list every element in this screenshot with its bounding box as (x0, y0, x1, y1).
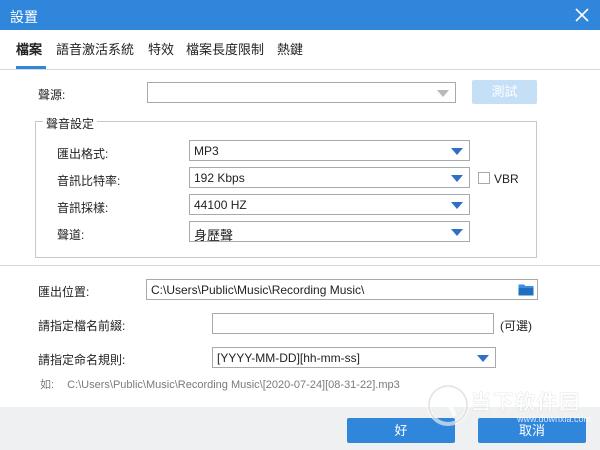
chevron-down-icon (477, 355, 489, 362)
naming-rule-value: [YYYY-MM-DD][hh-mm-ss] (217, 351, 360, 365)
prefix-label: 請指定檔名前綴: (38, 319, 126, 333)
tab-file-length-limit[interactable]: 檔案長度限制 (186, 39, 264, 58)
optional-label: (可選) (500, 319, 532, 333)
chevron-down-icon (451, 148, 463, 155)
tab-bar: 檔案 語音激活系統 特效 檔案長度限制 熱鍵 (0, 30, 600, 70)
chevron-down-icon (451, 229, 463, 236)
settings-content: 聲源: 測試 聲音設定 匯出格式: MP3 音訊比特率: 192 Kbps VB… (0, 71, 600, 407)
bitrate-value: 192 Kbps (194, 171, 245, 185)
test-button[interactable]: 測試 (472, 80, 537, 104)
vbr-label: VBR (494, 172, 519, 186)
format-select[interactable]: MP3 (189, 140, 470, 161)
watermark-text: 当下软件园 (471, 392, 581, 414)
chevron-down-icon (437, 90, 449, 97)
chevron-down-icon (451, 202, 463, 209)
example-path: C:\Users\Public\Music\Recording Music\[2… (67, 379, 400, 391)
naming-rule-label: 請指定命名規則: (38, 353, 126, 367)
chevron-down-icon (451, 175, 463, 182)
tab-file[interactable]: 檔案 (16, 39, 42, 58)
folder-icon[interactable] (518, 283, 534, 296)
source-select[interactable] (147, 82, 456, 103)
samplerate-select[interactable]: 44100 HZ (189, 194, 470, 215)
format-label: 匯出格式: (57, 147, 109, 161)
channel-select[interactable]: 身歷聲 (189, 221, 470, 242)
section-divider (0, 265, 600, 266)
sound-settings-title: 聲音設定 (43, 115, 98, 132)
output-location-label: 匯出位置: (38, 285, 90, 299)
example-prefix: 如: (40, 379, 55, 391)
vbr-checkbox[interactable] (478, 172, 490, 184)
bitrate-select[interactable]: 192 Kbps (189, 167, 470, 188)
watermark-logo-icon (427, 384, 469, 426)
tab-effects[interactable]: 特效 (148, 39, 174, 58)
output-location-value: C:\Users\Public\Music\Recording Music\ (151, 283, 365, 297)
samplerate-label: 音訊採樣: (57, 201, 109, 215)
title-bar: 設置 (0, 0, 600, 30)
filename-example: 如: C:\Users\Public\Music\Recording Music… (40, 376, 400, 392)
bitrate-label: 音訊比特率: (57, 174, 121, 188)
format-value: MP3 (194, 144, 219, 158)
channel-value: 身歷聲 (194, 228, 234, 242)
close-icon[interactable] (570, 3, 594, 27)
prefix-input[interactable] (212, 313, 494, 334)
window-title: 設置 (10, 9, 38, 25)
output-location-field[interactable]: C:\Users\Public\Music\Recording Music\ (146, 279, 538, 300)
watermark-url: www.downxia.com (517, 414, 592, 424)
tab-hotkeys[interactable]: 熱鍵 (277, 39, 303, 58)
source-label: 聲源: (38, 88, 66, 102)
watermark: 当下软件园 www.downxia.com (425, 382, 595, 428)
active-tab-indicator (16, 66, 46, 69)
tab-voice-activation[interactable]: 語音激活系統 (56, 39, 134, 58)
channel-label: 聲道: (57, 228, 85, 242)
samplerate-value: 44100 HZ (194, 198, 247, 212)
naming-rule-select[interactable]: [YYYY-MM-DD][hh-mm-ss] (212, 347, 496, 368)
